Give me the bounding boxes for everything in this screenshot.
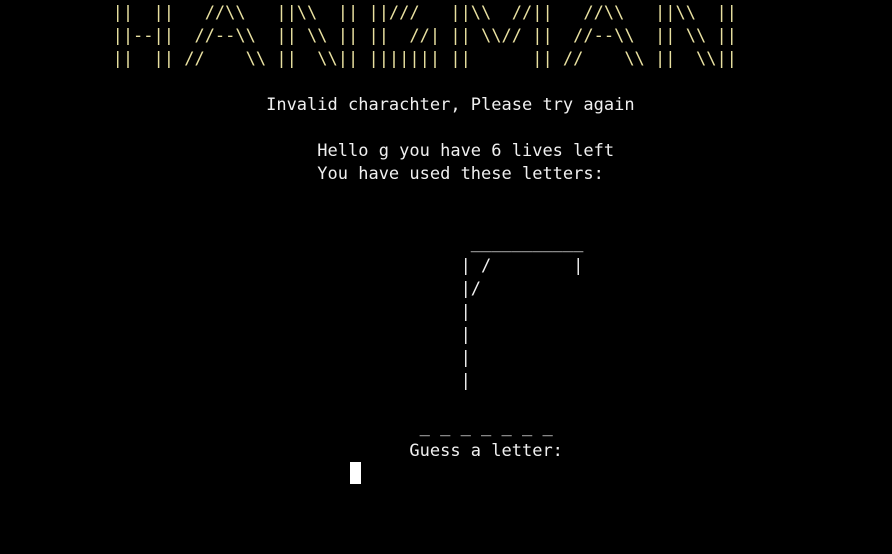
gallows-line-4: | xyxy=(0,302,471,322)
gallows-line-6: | xyxy=(0,348,471,368)
lives-message: Hello g you have 6 lives left xyxy=(0,141,615,161)
input-cursor[interactable] xyxy=(350,462,361,484)
gallows-line-7: | xyxy=(0,371,471,391)
word-blanks: _ _ _ _ _ _ _ xyxy=(0,417,553,437)
gallows-line-1: ___________ xyxy=(0,233,584,253)
banner-line-2: ||--|| //--\\ || \\ || || //| || \\// ||… xyxy=(0,26,737,46)
banner-line-3: || || // \\ || \\|| ||||||| || || // \\ … xyxy=(0,49,737,69)
guess-prompt: Guess a letter: xyxy=(0,441,563,461)
banner-line-1: || || //\\ ||\\ || ||/// ||\\ //|| //\\ … xyxy=(0,3,737,23)
error-message: Invalid charachter, Please try again xyxy=(0,95,635,115)
gallows-line-2: | / | xyxy=(0,256,584,276)
gallows-line-5: | xyxy=(0,325,471,345)
used-letters-message: You have used these letters: xyxy=(0,164,604,184)
terminal-window[interactable]: || || //\\ ||\\ || ||/// ||\\ //|| //\\ … xyxy=(0,0,892,554)
gallows-line-3: |/ xyxy=(0,279,482,299)
